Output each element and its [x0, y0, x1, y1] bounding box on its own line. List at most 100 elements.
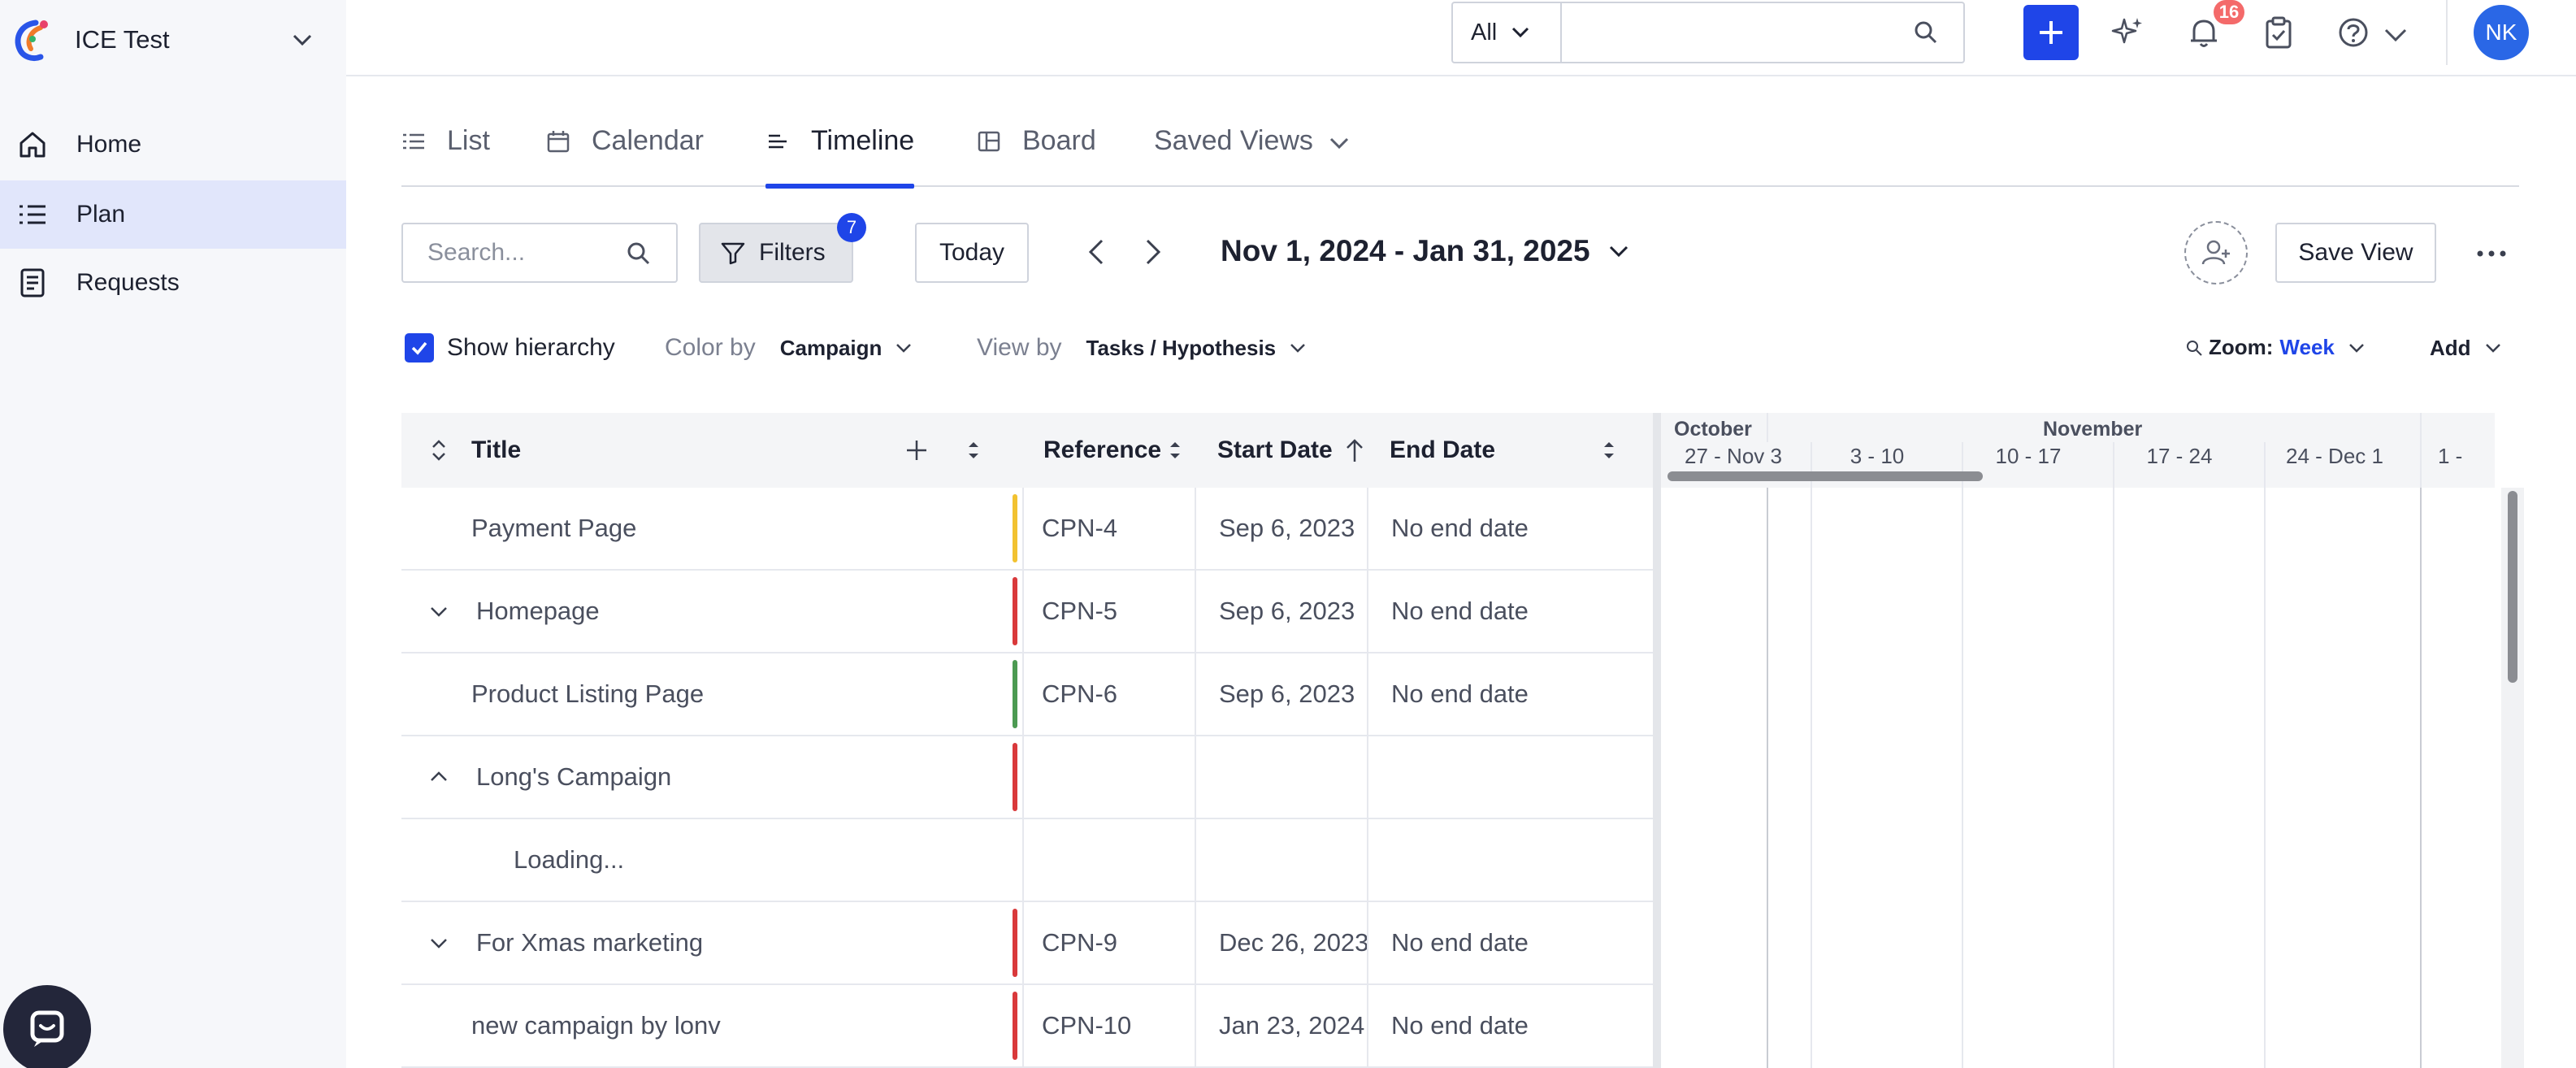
global-search-input[interactable] [1560, 2, 1965, 63]
expand-collapse-all-icon[interactable] [426, 437, 452, 463]
tab-label: Board [1022, 125, 1096, 156]
column-header-end-date[interactable]: End Date [1390, 413, 1495, 488]
sort-icon[interactable] [1165, 437, 1185, 463]
row-reference: CPN-9 [1042, 928, 1118, 957]
more-options-icon[interactable] [2474, 241, 2509, 267]
add-column-dropdown[interactable]: Add [2430, 328, 2504, 367]
search-scope-select[interactable]: All [1451, 2, 1562, 63]
chevron-down-icon [1290, 344, 1306, 353]
chevron-up-icon[interactable] [426, 764, 452, 790]
horizontal-scrollbar[interactable] [1667, 471, 1983, 481]
view-by-dropdown[interactable]: Tasks / Hypothesis [1086, 336, 1309, 361]
previous-arrow-icon[interactable] [1081, 236, 1113, 268]
row-title[interactable]: Homepage [476, 571, 931, 652]
zoom-dropdown[interactable]: Zoom: Week [2184, 335, 2367, 360]
avatar[interactable]: NK [2474, 5, 2529, 60]
table-row[interactable]: Product Listing Page CPN-6 Sep 6, 2023 No e… [401, 653, 1653, 736]
clipboard-check-icon[interactable] [2261, 15, 2296, 50]
zoom-value: Week [2279, 335, 2335, 359]
tab-timeline[interactable]: Timeline [765, 114, 915, 189]
week-label: 10 - 17 [1995, 444, 2062, 468]
filters-button[interactable]: Filters [699, 223, 853, 283]
view-by-control: View by Tasks / Hypothesis [977, 328, 1308, 367]
campaign-color-bar [1013, 992, 1017, 1060]
row-start-date [1219, 819, 1367, 901]
column-header-reference[interactable]: Reference [1043, 413, 1161, 488]
save-view-button[interactable]: Save View [2275, 223, 2436, 283]
tab-calendar[interactable]: Calendar [546, 114, 704, 187]
month-boundary-line [2420, 488, 2422, 1068]
search-icon [627, 242, 650, 265]
row-title[interactable]: For Xmas marketing [476, 902, 931, 983]
chevron-down-icon [293, 34, 312, 46]
search-input[interactable]: Search... [401, 223, 678, 283]
week-label: 17 - 24 [2146, 444, 2213, 468]
chevron-down-icon[interactable] [426, 598, 452, 624]
chevron-down-icon[interactable] [2378, 18, 2413, 54]
checkbox-checked[interactable] [405, 333, 434, 363]
table-row[interactable]: new campaign by lonv CPN-10 Jan 23, 2024 No… [401, 985, 1653, 1068]
sort-icon[interactable] [1599, 437, 1619, 463]
grid-line [2420, 413, 2422, 442]
tab-saved-views[interactable]: Saved Views [1154, 114, 1352, 187]
today-button[interactable]: Today [915, 223, 1029, 283]
grid-line [2264, 488, 2266, 1068]
table-row[interactable]: Homepage CPN-5 Sep 6, 2023 No end date [401, 571, 1653, 653]
search-placeholder: Search... [427, 239, 526, 266]
tab-label: Timeline [811, 125, 915, 156]
table-row[interactable]: Long's Campaign [401, 736, 1653, 819]
chat-support-button[interactable] [3, 985, 91, 1068]
view-by-label: View by [977, 334, 1062, 361]
vertical-scrollbar[interactable] [2508, 491, 2517, 683]
show-hierarchy-toggle[interactable]: Show hierarchy [405, 328, 615, 367]
chevron-down-icon [2485, 344, 2500, 353]
row-title[interactable]: Payment Page [471, 488, 926, 569]
add-icon[interactable] [904, 437, 930, 463]
row-end-date: No end date [1391, 928, 1529, 957]
sidebar-item-home[interactable]: Home [0, 111, 346, 179]
sort-ascending-icon[interactable] [1342, 436, 1367, 465]
workspace-switcher[interactable]: ICE Test [8, 11, 333, 68]
row-title[interactable]: Long's Campaign [476, 736, 931, 818]
color-by-dropdown[interactable]: Campaign [780, 336, 915, 361]
sidebar-item-label: Requests [76, 269, 180, 296]
row-reference [1042, 819, 1204, 901]
pane-splitter[interactable] [1653, 413, 1661, 1068]
share-user-button[interactable] [2184, 221, 2248, 284]
row-title[interactable]: new campaign by lonv [471, 985, 926, 1066]
table-row[interactable]: Loading... [401, 819, 1653, 902]
ai-sparkle-icon[interactable] [2110, 15, 2145, 50]
table-row[interactable]: For Xmas marketing CPN-9 Dec 26, 2023 No en… [401, 902, 1653, 985]
show-hierarchy-label: Show hierarchy [447, 334, 615, 361]
sidebar-item-label: Plan [76, 201, 126, 228]
row-title[interactable]: Product Listing Page [471, 653, 926, 735]
row-start-date: Sep 6, 2023 [1219, 679, 1355, 708]
row-end-date: No end date [1391, 514, 1529, 542]
tab-label: Saved Views [1154, 125, 1313, 156]
check-icon [411, 341, 427, 355]
create-button[interactable] [2023, 5, 2079, 60]
chevron-down-icon[interactable] [426, 930, 452, 956]
next-arrow-icon[interactable] [1136, 236, 1169, 268]
chevron-down-icon [2348, 343, 2364, 353]
sort-icon[interactable] [964, 437, 983, 463]
campaign-color-bar [1013, 660, 1017, 728]
row-start-date: Sep 6, 2023 [1219, 514, 1355, 542]
table-row[interactable]: Payment Page CPN-4 Sep 6, 2023 No end date [401, 488, 1653, 571]
help-icon[interactable] [2335, 15, 2371, 50]
tab-board[interactable]: Board [977, 114, 1096, 187]
plus-icon [2040, 21, 2062, 44]
zoom-label: Zoom: [2209, 335, 2274, 359]
campaign-color-bar [1013, 743, 1017, 811]
color-by-label: Color by [665, 334, 756, 361]
sidebar-item-plan[interactable]: Plan [0, 180, 346, 249]
sidebar-item-requests[interactable]: Requests [0, 249, 346, 317]
date-range-selector[interactable]: Nov 1, 2024 - Jan 31, 2025 [1221, 234, 1633, 268]
column-header-start-date[interactable]: Start Date [1217, 413, 1333, 488]
column-header-title[interactable]: Title [471, 413, 521, 488]
notification-count-badge: 16 [2214, 0, 2244, 24]
tab-label: List [447, 125, 490, 156]
row-title: Loading... [514, 845, 625, 874]
tab-list[interactable]: List [401, 114, 490, 187]
board-icon [978, 131, 1000, 152]
